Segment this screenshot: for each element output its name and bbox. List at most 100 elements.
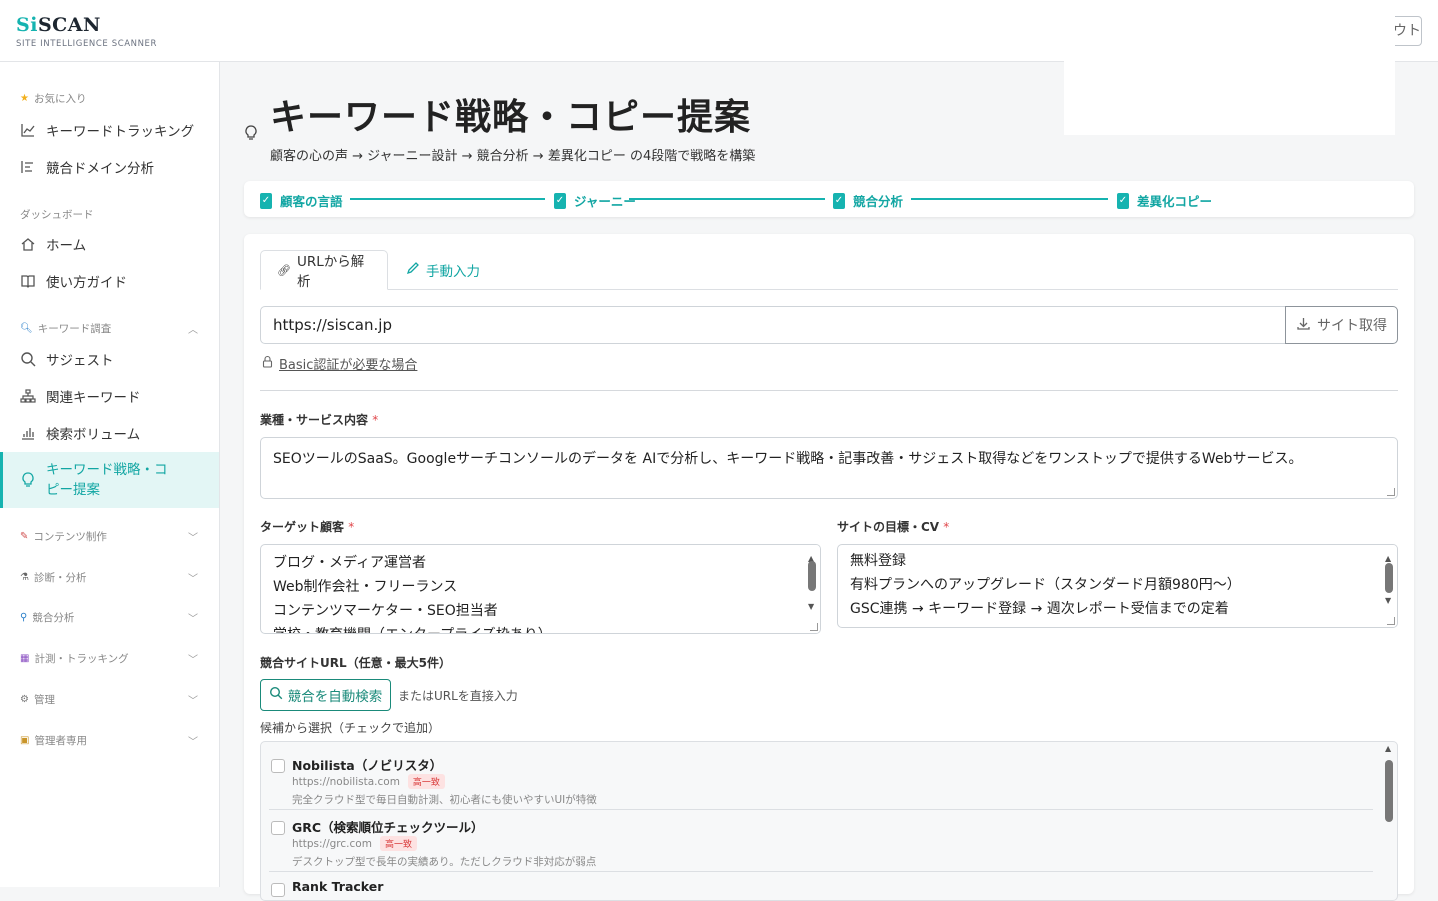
chevron-down-icon: ﹀ — [188, 696, 198, 707]
sidebar-item-related-keywords[interactable]: 関連キーワード — [0, 378, 219, 414]
search-icon — [20, 351, 36, 367]
step-journey: ✓ ジャーニー — [554, 192, 636, 209]
chevron-down-icon: ﹀ — [188, 614, 198, 625]
book-icon — [20, 273, 36, 289]
search-icon: 🔍︎ — [20, 323, 33, 334]
step-diff-copy: ✓ 差異化コピー — [1117, 192, 1213, 209]
form-card: 🔗︎ URLから解析 手動入力 https://siscan.jp サイト取得 … — [244, 234, 1414, 901]
sidebar-section-content[interactable]: ✎ コンテンツ制作 ﹀ — [20, 529, 198, 544]
auto-search-competitors-button[interactable]: 競合を自動検索 — [260, 679, 391, 711]
sidebar-item-competitor-domain[interactable]: 競合ドメイン分析 — [0, 149, 219, 185]
hierarchy-icon — [20, 388, 36, 404]
lock-icon: ▣ — [20, 735, 30, 746]
basic-auth-link[interactable]: Basic認証が必要な場合 — [262, 354, 417, 373]
tab-url[interactable]: 🔗︎ URLから解析 — [260, 250, 388, 290]
step-progress: ✓ 顧客の言語 ✓ ジャーニー ✓ 競合分析 ✓ 差異化コピー — [244, 181, 1414, 217]
competitor-label: 競合サイトURL（任意・最大5件） — [260, 656, 451, 670]
scroll-up-icon[interactable]: ▲ — [1385, 744, 1391, 753]
sidebar-item-home[interactable]: ホーム — [0, 226, 219, 262]
sidebar-section-admin-only[interactable]: ▣ 管理者専用 ﹀ — [20, 733, 198, 748]
link-icon: 🔗︎ — [277, 263, 291, 277]
gear-icon: ⚙ — [20, 694, 29, 705]
chevron-down-icon: ﹀ — [188, 574, 198, 585]
scrollbar[interactable]: ▲ — [1381, 742, 1397, 900]
bulb-icon — [244, 125, 258, 145]
bulb-icon — [20, 472, 36, 488]
sidebar-item-keyword-tracking[interactable]: キーワードトラッキング — [0, 112, 219, 148]
fetch-site-button[interactable]: サイト取得 — [1285, 306, 1398, 344]
divider — [260, 390, 1398, 391]
check-icon: ✓ — [1117, 192, 1129, 209]
sidebar-item-suggest[interactable]: サジェスト — [0, 341, 219, 377]
resize-handle[interactable] — [1387, 488, 1395, 496]
app-logo[interactable]: SiSCAN — [16, 14, 101, 36]
target-label: ターゲット顧客 * — [260, 520, 355, 534]
list-bars-icon — [20, 159, 36, 175]
step-customer-language: ✓ 顧客の言語 — [260, 192, 343, 209]
goal-textarea[interactable]: 無料登録 有料プランへのアップグレード（スタンダード月額980円〜） GSC連携… — [837, 544, 1398, 628]
industry-textarea[interactable]: SEOツールのSaaS。Googleサーチコンソールのデータを AIで分析し、キ… — [260, 437, 1398, 499]
logo-subtitle: SITE INTELLIGENCE SCANNER — [16, 39, 158, 49]
scroll-thumb[interactable] — [808, 561, 816, 591]
step-competitor: ✓ 競合分析 — [833, 192, 904, 209]
resize-handle[interactable] — [1387, 617, 1395, 625]
list-item: GRC（検索順位チェックツール） https://grc.com 高一致 デスクト… — [269, 810, 1373, 872]
sidebar: ★ お気に入り キーワードトラッキング 競合ドメイン分析 ダッシュボード ホーム… — [0, 62, 220, 887]
pencil-icon — [406, 261, 420, 279]
tab-manual[interactable]: 手動入力 — [390, 250, 496, 290]
check-icon: ✓ — [833, 192, 845, 209]
input-mode-tabs: 🔗︎ URLから解析 手動入力 — [260, 250, 1398, 290]
chevron-up-icon: ︿ — [188, 325, 198, 336]
step-connector — [911, 198, 1108, 200]
lock-icon — [262, 355, 273, 372]
scrollbar[interactable]: ▲ ▼ — [1381, 545, 1397, 627]
resize-handle[interactable] — [810, 623, 818, 631]
candidate-checkbox[interactable] — [271, 821, 285, 835]
magnifier-icon: ⚲ — [20, 612, 28, 623]
page-subtitle: 顧客の心の声 → ジャーニー設計 → 競合分析 → 差異化コピー の4段階で戦略… — [270, 149, 756, 164]
sidebar-item-search-volume[interactable]: 検索ボリューム — [0, 415, 219, 451]
sidebar-item-guide[interactable]: 使い方ガイド — [0, 263, 219, 299]
sidebar-section-keyword[interactable]: 🔍︎ キーワード調査 ︿ — [20, 321, 198, 336]
search-icon — [269, 686, 283, 704]
target-textarea[interactable]: ブログ・メディア運営者 Web制作会社・フリーランス コンテンツマーケター・SE… — [260, 544, 821, 634]
scrollbar[interactable]: ▲ ▼ — [804, 545, 820, 633]
chart-icon: ▦ — [20, 653, 30, 664]
microscope-icon: ⚗ — [20, 572, 29, 583]
step-connector — [350, 198, 545, 200]
sidebar-item-keyword-strategy[interactable]: キーワード戦略・コピー提案 — [0, 452, 219, 508]
match-badge: 高一致 — [407, 774, 445, 789]
sidebar-section-admin[interactable]: ⚙ 管理 ﹀ — [20, 692, 198, 707]
industry-label: 業種・サービス内容 * — [260, 413, 379, 427]
chevron-down-icon: ﹀ — [188, 655, 198, 666]
sidebar-section-dashboard: ダッシュボード — [20, 209, 94, 221]
goal-label: サイトの目標・CV * — [837, 520, 950, 534]
candidate-checkbox[interactable] — [271, 759, 285, 773]
scroll-thumb[interactable] — [1385, 760, 1393, 822]
download-icon — [1296, 316, 1311, 335]
candidate-list: Nobilista（ノビリスタ） https://nobilista.com 高一… — [260, 741, 1398, 901]
chevron-down-icon: ﹀ — [188, 737, 198, 748]
star-icon: ★ — [20, 93, 29, 104]
main-content: キーワード戦略・コピー提案 顧客の心の声 → ジャーニー設計 → 競合分析 → … — [220, 62, 1438, 901]
step-connector — [629, 198, 825, 200]
list-item: Nobilista（ノビリスタ） https://nobilista.com 高一… — [269, 748, 1373, 810]
candidates-label: 候補から選択（チェックで追加） — [260, 721, 441, 735]
sidebar-section-competitor[interactable]: ⚲ 競合分析 ﹀ — [20, 610, 198, 625]
check-icon: ✓ — [554, 192, 566, 209]
check-icon: ✓ — [260, 192, 272, 209]
url-input[interactable]: https://siscan.jp — [260, 306, 1286, 344]
or-direct-input-text: またはURLを直接入力 — [398, 689, 518, 703]
home-icon — [20, 236, 36, 252]
trend-chart-icon — [20, 122, 36, 138]
scroll-down-icon[interactable]: ▼ — [1385, 589, 1391, 613]
sidebar-section-favorites: ★ お気に入り — [20, 93, 87, 105]
scroll-down-icon[interactable]: ▼ — [808, 595, 814, 619]
candidate-checkbox[interactable] — [271, 883, 285, 897]
chevron-down-icon: ﹀ — [188, 533, 198, 544]
match-badge: 高一致 — [379, 836, 417, 851]
memo-icon: ✎ — [20, 531, 29, 542]
page-title: キーワード戦略・コピー提案 — [270, 97, 752, 138]
sidebar-section-diagnosis[interactable]: ⚗ 診断・分析 ﹀ — [20, 570, 198, 585]
sidebar-section-tracking[interactable]: ▦ 計測・トラッキング ﹀ — [20, 651, 198, 666]
